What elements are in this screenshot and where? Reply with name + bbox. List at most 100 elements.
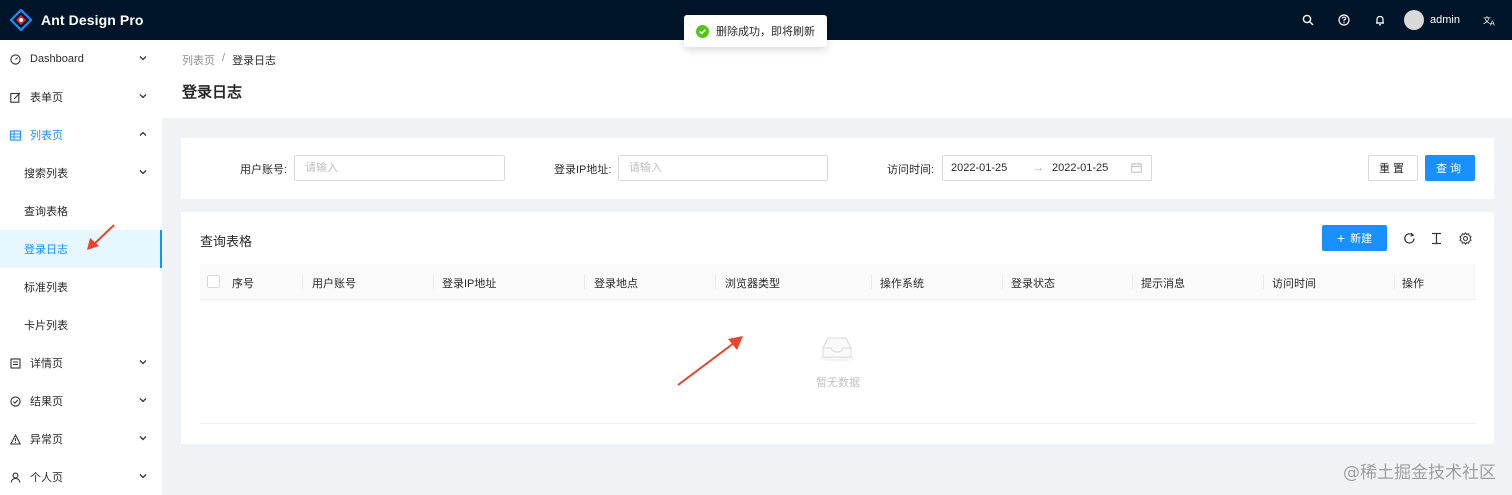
page-header: 列表页 / 登录日志 登录日志 bbox=[162, 40, 1512, 118]
sidebar-item-exception[interactable]: 异常页 bbox=[0, 420, 162, 458]
time-label: 访问时间: bbox=[887, 164, 935, 176]
sidebar-item-label: 标准列表 bbox=[24, 282, 68, 294]
column-header: 登录地点 bbox=[594, 278, 638, 290]
bell-icon[interactable] bbox=[1362, 0, 1398, 40]
sidebar-item-label: 个人页 bbox=[30, 472, 63, 484]
sidebar-item-profile[interactable]: 详情页 bbox=[0, 344, 162, 382]
sidebar-item-label: 表单页 bbox=[30, 92, 63, 104]
sidebar-item-label: 结果页 bbox=[30, 396, 63, 408]
query-button[interactable]: 查询 bbox=[1425, 155, 1475, 181]
help-icon[interactable] bbox=[1326, 0, 1362, 40]
chevron-down-icon bbox=[139, 94, 147, 99]
success-message: 删除成功，即将刷新 bbox=[684, 15, 827, 47]
column-header: 提示消息 bbox=[1141, 278, 1185, 290]
check-circle-outline-icon bbox=[10, 395, 22, 407]
table-icon bbox=[10, 129, 22, 141]
column-header: 操作系统 bbox=[880, 278, 924, 290]
empty-inbox-icon bbox=[819, 337, 855, 362]
sidebar-item-label: 详情页 bbox=[30, 358, 63, 370]
chevron-down-icon bbox=[139, 56, 147, 61]
plus-icon: + bbox=[1336, 230, 1346, 246]
date-range-picker[interactable]: 2022-01-25 → 2022-01-25 bbox=[942, 155, 1152, 181]
sidebar: Dashboard 表单页 列表页 搜索列表 查询表格 登录日志 标准列表 卡片… bbox=[0, 40, 162, 495]
sidebar-item-card-list[interactable]: 卡片列表 bbox=[0, 306, 162, 344]
form-icon bbox=[10, 91, 22, 103]
column-divider bbox=[1394, 275, 1395, 289]
account-input[interactable]: 请输入 bbox=[294, 155, 505, 181]
username: admin bbox=[1430, 14, 1460, 26]
sidebar-item-result[interactable]: 结果页 bbox=[0, 382, 162, 420]
svg-text:A: A bbox=[1490, 20, 1495, 27]
ip-label: 登录IP地址: bbox=[554, 164, 612, 176]
column-divider bbox=[715, 275, 716, 289]
calendar-icon bbox=[1131, 162, 1142, 173]
column-header: 登录状态 bbox=[1011, 278, 1055, 290]
sidebar-item-label: 搜索列表 bbox=[24, 168, 68, 180]
reset-button[interactable]: 重置 bbox=[1368, 155, 1418, 181]
sidebar-item-label: 异常页 bbox=[30, 434, 63, 446]
avatar bbox=[1404, 10, 1425, 30]
user-menu[interactable]: admin bbox=[1398, 0, 1468, 40]
table-header: 序号 用户账号 登录IP地址 登录地点 浏览器类型 操作系统 登录状态 提示消息… bbox=[200, 264, 1476, 300]
new-button[interactable]: + 新建 bbox=[1322, 225, 1387, 251]
sidebar-item-dashboard[interactable]: Dashboard bbox=[0, 40, 162, 78]
success-message-text: 删除成功，即将刷新 bbox=[716, 26, 815, 38]
column-header: 浏览器类型 bbox=[725, 278, 780, 290]
chevron-up-icon bbox=[139, 131, 147, 136]
date-start[interactable]: 2022-01-25 bbox=[951, 162, 1007, 174]
breadcrumb-link[interactable]: 列表页 bbox=[182, 52, 215, 68]
check-circle-icon bbox=[696, 24, 709, 38]
language-icon[interactable]: 文A bbox=[1468, 0, 1512, 40]
table-title: 查询表格 bbox=[200, 234, 253, 249]
page-title: 登录日志 bbox=[182, 84, 243, 101]
app-title: Ant Design Pro bbox=[41, 12, 144, 28]
breadcrumb: 列表页 / 登录日志 bbox=[182, 52, 276, 68]
column-header: 操作 bbox=[1402, 278, 1424, 290]
column-divider bbox=[1263, 275, 1264, 289]
date-separator: → bbox=[1033, 162, 1044, 174]
sidebar-item-label: 查询表格 bbox=[24, 206, 68, 218]
breadcrumb-current: 登录日志 bbox=[232, 55, 277, 67]
sidebar-item-label: 列表页 bbox=[30, 130, 63, 142]
column-divider bbox=[433, 275, 434, 289]
search-icon[interactable] bbox=[1290, 0, 1326, 40]
empty-text: 暂无数据 bbox=[816, 377, 860, 389]
app-logo[interactable]: Ant Design Pro bbox=[0, 9, 200, 31]
select-all-checkbox[interactable] bbox=[207, 275, 220, 288]
setting-icon[interactable] bbox=[1456, 229, 1474, 247]
sidebar-item-login-log[interactable]: 登录日志 bbox=[0, 230, 162, 268]
dashboard-icon bbox=[10, 53, 22, 65]
breadcrumb-separator: / bbox=[222, 52, 226, 64]
column-divider bbox=[584, 275, 585, 289]
sidebar-item-search-list[interactable]: 搜索列表 bbox=[0, 154, 162, 192]
chevron-down-icon bbox=[139, 436, 147, 441]
column-height-icon[interactable] bbox=[1427, 229, 1445, 247]
column-divider bbox=[1002, 275, 1003, 289]
ant-design-logo-icon bbox=[10, 9, 32, 31]
ip-input[interactable]: 请输入 bbox=[618, 155, 828, 181]
reload-icon[interactable] bbox=[1400, 229, 1418, 247]
column-divider bbox=[871, 275, 872, 289]
chevron-down-icon bbox=[139, 398, 147, 403]
sidebar-item-label: Dashboard bbox=[30, 53, 84, 65]
chevron-down-icon bbox=[139, 474, 147, 479]
column-header: 登录IP地址 bbox=[442, 278, 497, 290]
user-icon bbox=[10, 471, 22, 483]
date-end[interactable]: 2022-01-25 bbox=[1052, 162, 1108, 174]
sidebar-item-basic-list[interactable]: 标准列表 bbox=[0, 268, 162, 306]
sidebar-item-list[interactable]: 列表页 bbox=[0, 116, 162, 154]
chevron-down-icon bbox=[139, 170, 147, 175]
watermark: @稀土掘金技术社区 bbox=[1343, 463, 1496, 483]
table-card: 查询表格 + 新建 序号 用户账号 登录IP地址 登录地点 浏览器类型 操作系统… bbox=[181, 212, 1494, 444]
column-divider bbox=[1132, 275, 1133, 289]
sidebar-item-form[interactable]: 表单页 bbox=[0, 78, 162, 116]
new-button-label: 新建 bbox=[1350, 233, 1373, 245]
warning-icon bbox=[10, 433, 22, 445]
column-divider bbox=[302, 275, 303, 289]
sidebar-item-label: 卡片列表 bbox=[24, 320, 68, 332]
sidebar-item-account[interactable]: 个人页 bbox=[0, 458, 162, 495]
sidebar-item-query-table[interactable]: 查询表格 bbox=[0, 192, 162, 230]
table-empty-state: 暂无数据 bbox=[200, 300, 1476, 424]
sidebar-item-label: 登录日志 bbox=[24, 244, 68, 256]
column-header: 序号 bbox=[232, 278, 254, 290]
